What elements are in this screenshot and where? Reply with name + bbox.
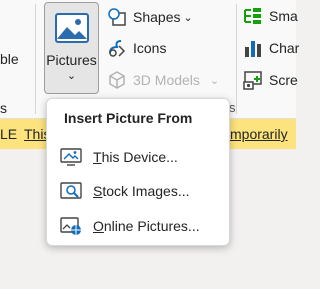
message-bar-text-left: LE <box>0 126 18 142</box>
chart-button[interactable]: Char <box>243 38 299 58</box>
menu-item-this-device[interactable]: This Device... <box>60 145 178 169</box>
pictures-button[interactable]: Pictures ⌄ <box>44 2 99 94</box>
menu-item-label: Stock Images... <box>93 183 190 199</box>
smartart-button[interactable]: Sma <box>243 7 298 25</box>
menu-item-label: Online Pictures... <box>93 218 200 234</box>
shapes-icon <box>108 8 126 26</box>
icons-button[interactable]: Icons <box>107 38 166 58</box>
shapes-label: Shapes <box>133 9 181 25</box>
icons-label: Icons <box>133 40 167 56</box>
screenshot-icon <box>243 71 262 90</box>
screenshot-label: Scre <box>269 72 298 88</box>
chevron-down-icon: ⌄ <box>66 70 77 82</box>
group-divider <box>236 4 237 114</box>
3d-models-label: 3D Models <box>133 72 200 88</box>
menu-item-label: This Device... <box>93 149 178 165</box>
shapes-button[interactable]: Shapes ⌄ <box>107 7 193 27</box>
3d-models-chevron-icon: ⌄ <box>209 74 220 87</box>
group-divider <box>35 4 36 114</box>
group-label-fragment: s <box>0 100 7 116</box>
3d-models-button[interactable]: 3D Models ⌄ <box>107 70 219 90</box>
table-button-label-fragment[interactable]: ble <box>0 51 19 67</box>
cube-icon <box>109 71 125 89</box>
smartart-label: Sma <box>269 8 298 24</box>
pictures-label: Pictures <box>46 52 97 68</box>
menu-item-stock-images[interactable]: Stock Images... <box>60 179 190 203</box>
shapes-chevron-icon: ⌄ <box>183 11 193 24</box>
smartart-icon <box>244 8 261 24</box>
screenshot-button[interactable]: Scre <box>243 70 298 90</box>
menu-title: Insert Picture From <box>64 110 193 126</box>
insert-picture-menu: Insert Picture From This Device... Stock… <box>46 98 230 246</box>
message-bar-text-right: mporarily <box>230 126 288 142</box>
menu-item-online-pictures[interactable]: Online Pictures... <box>60 214 200 238</box>
bar-chart-icon <box>245 41 261 57</box>
icons-icon <box>109 40 126 57</box>
device-picture-icon <box>60 148 82 166</box>
chart-label: Char <box>269 40 300 56</box>
stock-images-icon <box>60 182 82 199</box>
picture-icon <box>55 13 89 43</box>
online-pictures-icon <box>60 217 81 235</box>
